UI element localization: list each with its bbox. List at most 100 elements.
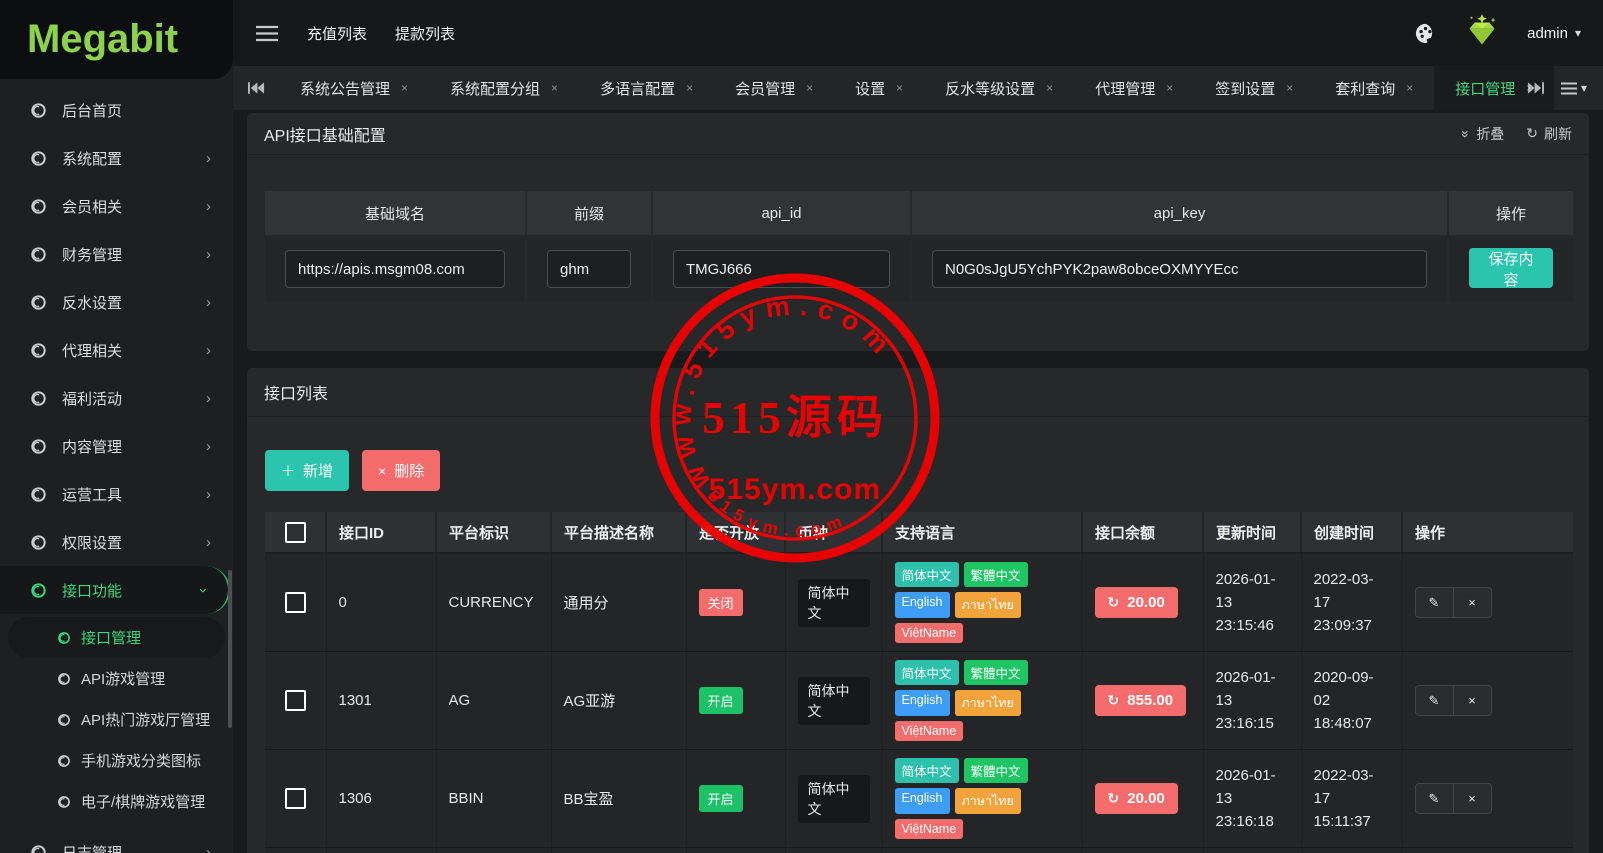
sidebar-item[interactable]: 内容管理› xyxy=(0,422,233,470)
tab[interactable]: 设置× xyxy=(834,66,924,110)
tabs-scroll-left-icon[interactable] xyxy=(233,66,279,110)
sidebar-subitem[interactable]: 接口管理 xyxy=(8,617,225,658)
tab[interactable]: 系统公告管理× xyxy=(279,66,429,110)
status-badge[interactable]: 开启 xyxy=(699,687,743,714)
topnav-recharge-list[interactable]: 充值列表 xyxy=(307,23,367,44)
tab[interactable]: 多语言配置× xyxy=(579,66,714,110)
sidebar-item[interactable]: 代理相关 › xyxy=(0,326,233,374)
tab-label: 接口管理 xyxy=(1455,78,1515,99)
tab[interactable]: 系统配置分组× xyxy=(429,66,579,110)
hamburger-icon[interactable] xyxy=(255,25,279,42)
sidebar-scrollbar[interactable] xyxy=(228,570,232,728)
sidebar-item[interactable]: 权限设置 › xyxy=(0,518,233,566)
close-tab-icon[interactable]: × xyxy=(806,81,813,95)
save-button[interactable]: 保存内容 xyxy=(1469,248,1553,288)
created-time-cell: 2022-03-1715:11:37 xyxy=(1301,750,1402,848)
language-tags: 简体中文繁體中文EnglishภาษาไทยViệtName xyxy=(895,562,1070,643)
avatar-diamond-icon[interactable] xyxy=(1461,12,1503,54)
tab[interactable]: 套利查询× xyxy=(1314,66,1434,110)
close-tab-icon[interactable]: × xyxy=(686,81,693,95)
refresh-button[interactable]: ↻ 刷新 xyxy=(1526,124,1572,144)
edit-button[interactable]: ✎ xyxy=(1416,784,1453,813)
row-checkbox[interactable] xyxy=(285,788,306,809)
sidebar-item[interactable]: 财务管理› xyxy=(0,230,233,278)
brand-logo[interactable]: Megabit xyxy=(0,0,233,79)
theme-palette-icon[interactable] xyxy=(1414,22,1437,45)
sidebar-menu: 后台首页系统配置›会员相关›财务管理›反水设置›代理相关›福利活动›内容管理›运… xyxy=(0,79,233,853)
chevron-right-icon: › xyxy=(206,342,211,359)
edit-button[interactable]: ✎ xyxy=(1416,686,1453,715)
chevron-right-icon: › xyxy=(206,150,211,167)
sidebar-item-label: 权限设置 xyxy=(62,532,122,553)
sidebar-item[interactable]: 日志管理› xyxy=(0,828,233,853)
row-checkbox[interactable] xyxy=(285,592,306,613)
chevron-right-icon: › xyxy=(206,198,211,215)
status-badge[interactable]: 关闭 xyxy=(699,589,743,616)
base-domain-input[interactable] xyxy=(285,250,505,288)
delete-button[interactable]: × 删除 xyxy=(362,450,440,491)
api-key-input[interactable] xyxy=(932,250,1427,288)
row-checkbox[interactable] xyxy=(285,690,306,711)
delete-row-button[interactable]: × xyxy=(1453,686,1491,715)
delete-row-button[interactable]: × xyxy=(1453,784,1491,813)
sidebar-item[interactable]: 系统配置› xyxy=(0,134,233,182)
chevron-right-icon: › xyxy=(206,438,211,455)
status-cell: 开启 xyxy=(686,848,785,853)
close-tab-icon[interactable]: × xyxy=(1166,81,1173,95)
tab[interactable]: 反水等级设置× xyxy=(924,66,1074,110)
sidebar-item-label: 代理相关 xyxy=(62,340,122,361)
close-tab-icon[interactable]: × xyxy=(1406,81,1413,95)
balance-badge[interactable]: ↻20.00 xyxy=(1095,587,1178,618)
created-time: 18:48:07 xyxy=(1314,712,1390,735)
close-tab-icon[interactable]: × xyxy=(896,81,903,95)
tab[interactable]: 会员管理× xyxy=(714,66,834,110)
status-badge[interactable]: 开启 xyxy=(699,785,743,812)
sidebar-item[interactable]: 福利活动› xyxy=(0,374,233,422)
chevron-right-icon: › xyxy=(206,534,211,551)
delete-row-button[interactable]: × xyxy=(1453,588,1491,617)
collapse-button[interactable]: » 折叠 xyxy=(1462,124,1504,144)
sidebar-subitem[interactable]: 电子/棋牌游戏管理 xyxy=(0,781,233,822)
prefix-input[interactable] xyxy=(547,250,631,288)
balance-badge[interactable]: ↻20.00 xyxy=(1095,783,1178,814)
tab[interactable]: 签到设置× xyxy=(1194,66,1314,110)
tab[interactable]: 代理管理× xyxy=(1074,66,1194,110)
api-list-panel: 接口列表 ＋ 新增 × 删除 xyxy=(247,368,1589,853)
sidebar-subitem[interactable]: API游戏管理 xyxy=(0,658,233,699)
disc-icon xyxy=(30,246,47,263)
balance-badge[interactable]: ↻855.00 xyxy=(1095,685,1187,716)
sidebar-subitem[interactable]: API热门游戏厅管理 xyxy=(0,699,233,740)
disc-icon xyxy=(57,631,71,645)
sidebar-item[interactable]: 反水设置› xyxy=(0,278,233,326)
sidebar-item[interactable]: 会员相关› xyxy=(0,182,233,230)
api-config-panel-body: 基础域名前缀api_idapi_key操作 保存内容 xyxy=(247,155,1589,351)
close-tab-icon[interactable]: × xyxy=(401,81,408,95)
close-tab-icon[interactable]: × xyxy=(1046,81,1053,95)
user-menu[interactable]: admin ▾ xyxy=(1527,25,1581,42)
close-tab-icon[interactable]: × xyxy=(551,81,558,95)
sidebar-subitem-label: 手机游戏分类图标 xyxy=(81,750,201,771)
select-all-checkbox[interactable] xyxy=(285,522,306,543)
add-button[interactable]: ＋ 新增 xyxy=(265,450,349,491)
refresh-label: 刷新 xyxy=(1544,124,1572,144)
sidebar-item[interactable]: 运营工具› xyxy=(0,470,233,518)
tabs-scroll-right-icon[interactable] xyxy=(1527,82,1544,94)
tabbar-right: ▾ xyxy=(1511,66,1603,110)
balance-value: 20.00 xyxy=(1127,594,1165,611)
collapse-label: 折叠 xyxy=(1476,124,1504,144)
sidebar-subitem[interactable]: 手机游戏分类图标 xyxy=(0,740,233,781)
config-form-column-header: 操作 xyxy=(1449,191,1573,237)
edit-button[interactable]: ✎ xyxy=(1416,588,1453,617)
delete-label: 删除 xyxy=(394,460,424,481)
sidebar-item[interactable]: 后台首页 xyxy=(0,86,233,134)
topnav-withdraw-list[interactable]: 提款列表 xyxy=(395,23,455,44)
row-actions: ✎× xyxy=(1415,783,1492,814)
config-form-header-row: 基础域名前缀api_idapi_key操作 xyxy=(265,191,1573,237)
balance-cell: ↻20.00 xyxy=(1082,848,1203,853)
tabs-menu-icon[interactable]: ▾ xyxy=(1560,81,1587,95)
chevron-right-icon: › xyxy=(206,390,211,407)
topbar-right: admin ▾ xyxy=(1414,12,1581,54)
sidebar-item[interactable]: 接口功能› xyxy=(0,566,230,614)
close-tab-icon[interactable]: × xyxy=(1286,81,1293,95)
api-id-input[interactable] xyxy=(673,250,890,288)
